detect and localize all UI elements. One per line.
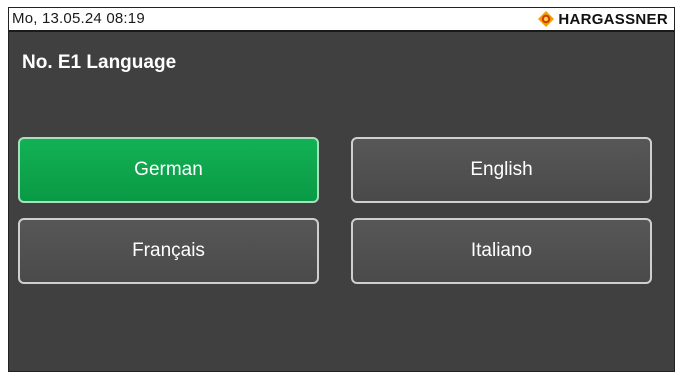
brand-name: HARGASSNER [558, 10, 668, 28]
brand-logo: HARGASSNER [538, 10, 668, 28]
status-bar: Mo, 13.05.24 08:19 HARGASSNER [9, 8, 674, 32]
language-button-francais[interactable]: Français [18, 218, 319, 284]
language-button-italiano[interactable]: Italiano [351, 218, 652, 284]
language-label: Italiano [470, 240, 533, 261]
language-label: Français [132, 240, 205, 261]
page-title: No. E1 Language [22, 52, 177, 73]
language-button-german[interactable]: German [18, 137, 319, 203]
language-label: German [134, 159, 203, 180]
hargassner-logo-icon [538, 11, 555, 27]
datetime-label: Mo, 13.05.24 08:19 [12, 10, 145, 27]
language-button-english[interactable]: English [351, 137, 652, 203]
language-label: English [470, 159, 533, 180]
